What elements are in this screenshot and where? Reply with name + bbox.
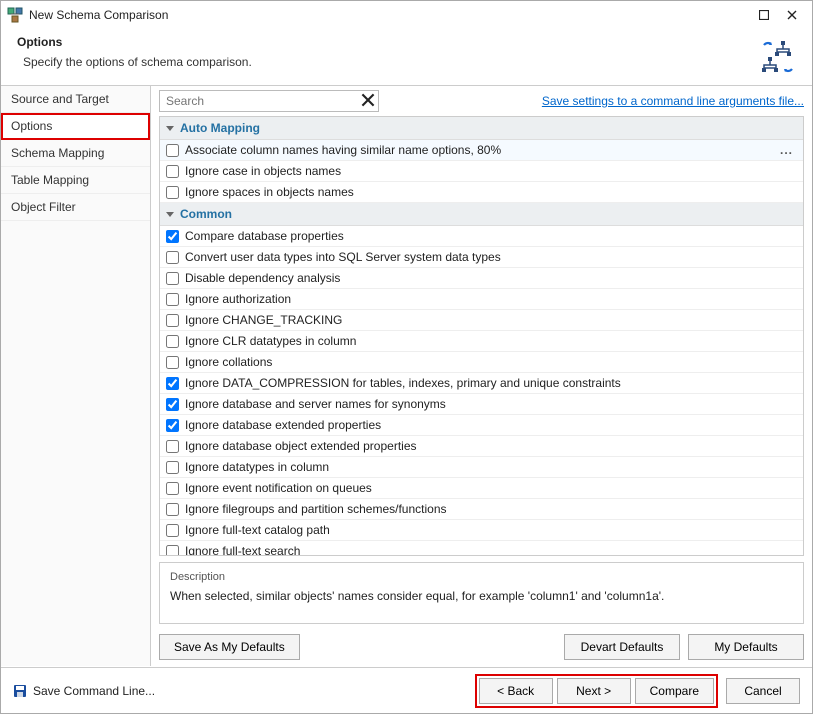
maximize-button[interactable] [750,5,778,25]
option-checkbox[interactable] [166,251,179,264]
option-row[interactable]: Ignore event notification on queues [160,478,803,499]
footer: Save Command Line... < Back Next > Compa… [1,667,812,713]
save-command-line-button[interactable]: Save Command Line... [13,684,155,698]
devart-defaults-button[interactable]: Devart Defaults [564,634,680,660]
option-label: Ignore CLR datatypes in column [185,334,797,348]
options-grid: Auto Mapping Associate column names havin… [159,116,804,556]
option-row[interactable]: Ignore full-text search [160,541,803,555]
section-title: Auto Mapping [180,121,260,135]
collapse-icon [166,126,174,131]
option-label: Ignore authorization [185,292,797,306]
option-row[interactable]: Ignore spaces in objects names [160,182,803,203]
option-row[interactable]: Ignore case in objects names [160,161,803,182]
my-defaults-button[interactable]: My Defaults [688,634,804,660]
option-checkbox[interactable] [166,377,179,390]
option-checkbox[interactable] [166,230,179,243]
option-label: Ignore full-text catalog path [185,523,797,537]
option-checkbox[interactable] [166,545,179,556]
search-input[interactable] [159,90,379,112]
option-row[interactable]: Ignore full-text catalog path [160,520,803,541]
option-label: Ignore full-text search [185,544,797,555]
option-label: Disable dependency analysis [185,271,797,285]
option-checkbox[interactable] [166,461,179,474]
option-checkbox[interactable] [166,314,179,327]
option-label: Ignore collations [185,355,797,369]
option-label: Convert user data types into SQL Server … [185,250,797,264]
option-label: Ignore database object extended properti… [185,439,797,453]
option-row[interactable]: Ignore database extended properties [160,415,803,436]
option-label: Ignore event notification on queues [185,481,797,495]
option-checkbox[interactable] [166,186,179,199]
section-header[interactable]: Common [160,203,803,226]
sidebar-item-options[interactable]: Options [1,113,150,140]
option-label: Ignore filegroups and partition schemes/… [185,502,797,516]
option-row[interactable]: Ignore CLR datatypes in column [160,331,803,352]
option-checkbox[interactable] [166,272,179,285]
app-icon [7,7,23,23]
collapse-icon [166,212,174,217]
option-label: Ignore database extended properties [185,418,797,432]
sidebar-item-schema-mapping[interactable]: Schema Mapping [1,140,150,167]
description-title: Description [170,571,793,583]
more-button[interactable]: ... [776,143,797,157]
back-button[interactable]: < Back [479,678,553,704]
option-row[interactable]: Associate column names having similar na… [160,140,803,161]
option-row[interactable]: Ignore database and server names for syn… [160,394,803,415]
option-row[interactable]: Ignore authorization [160,289,803,310]
option-checkbox[interactable] [166,440,179,453]
wizard-sidebar: Source and Target Options Schema Mapping… [1,86,151,666]
option-row[interactable]: Ignore DATA_COMPRESSION for tables, inde… [160,373,803,394]
option-row[interactable]: Disable dependency analysis [160,268,803,289]
header: Options Specify the options of schema co… [1,29,812,85]
titlebar: New Schema Comparison [1,1,812,29]
option-label: Ignore database and server names for syn… [185,397,797,411]
close-button[interactable] [778,5,806,25]
section-header[interactable]: Auto Mapping [160,117,803,140]
option-checkbox[interactable] [166,524,179,537]
option-checkbox[interactable] [166,482,179,495]
option-label: Ignore spaces in objects names [185,185,797,199]
option-label: Ignore datatypes in column [185,460,797,474]
clear-icon[interactable] [361,93,375,107]
header-title: Options [17,35,760,49]
option-checkbox[interactable] [166,144,179,157]
sidebar-item-object-filter[interactable]: Object Filter [1,194,150,221]
option-row[interactable]: Ignore collations [160,352,803,373]
option-checkbox[interactable] [166,398,179,411]
option-row[interactable]: Ignore CHANGE_TRACKING [160,310,803,331]
next-button[interactable]: Next > [557,678,631,704]
option-label: Compare database properties [185,229,797,243]
option-row[interactable]: Ignore datatypes in column [160,457,803,478]
save-settings-link[interactable]: Save settings to a command line argument… [542,94,804,108]
option-checkbox[interactable] [166,335,179,348]
description-panel: Description When selected, similar objec… [159,562,804,624]
option-label: Associate column names having similar na… [185,143,776,157]
description-text: When selected, similar objects' names co… [170,589,793,603]
sidebar-item-table-mapping[interactable]: Table Mapping [1,167,150,194]
option-row[interactable]: Ignore filegroups and partition schemes/… [160,499,803,520]
option-row[interactable]: Compare database properties [160,226,803,247]
sidebar-item-source-target[interactable]: Source and Target [1,86,150,113]
option-checkbox[interactable] [166,293,179,306]
cancel-button[interactable]: Cancel [726,678,800,704]
schema-compare-icon [760,39,796,75]
window-title: New Schema Comparison [29,8,750,22]
option-row[interactable]: Ignore database object extended properti… [160,436,803,457]
nav-button-group: < Back Next > Compare [477,676,716,706]
option-row[interactable]: Convert user data types into SQL Server … [160,247,803,268]
compare-button[interactable]: Compare [635,678,714,704]
save-as-defaults-button[interactable]: Save As My Defaults [159,634,300,660]
option-checkbox[interactable] [166,503,179,516]
header-subtitle: Specify the options of schema comparison… [17,55,760,69]
option-label: Ignore DATA_COMPRESSION for tables, inde… [185,376,797,390]
option-checkbox[interactable] [166,356,179,369]
save-command-line-label: Save Command Line... [33,684,155,698]
option-checkbox[interactable] [166,165,179,178]
option-label: Ignore case in objects names [185,164,797,178]
option-checkbox[interactable] [166,419,179,432]
section-title: Common [180,207,232,221]
option-label: Ignore CHANGE_TRACKING [185,313,797,327]
